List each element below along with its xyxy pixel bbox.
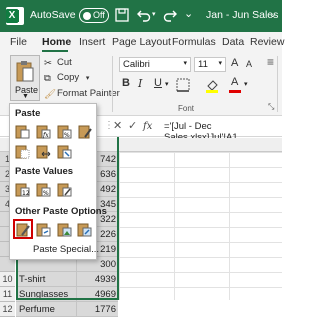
linked-picture-icon[interactable] [77,222,92,237]
paste-values-icon[interactable]: 123 [15,182,30,197]
save-icon[interactable] [114,7,130,23]
keep-source-column-widths-icon[interactable] [36,144,51,159]
undo-dropdown-icon[interactable]: ▾ [152,10,156,18]
font-name-value: Calibri [123,59,150,70]
tab-data[interactable]: Data [222,36,244,48]
italic-button[interactable]: I [138,77,142,90]
document-title: Jan - Jun Sales [206,9,279,21]
svg-text:%: % [64,132,70,139]
tab-review[interactable]: Review [250,36,284,48]
svg-text:fx: fx [42,132,49,139]
paste-dropdown-icon[interactable]: ▼ [22,93,29,100]
insert-function-icon[interactable]: fx [143,121,152,132]
font-group-label: Font [178,104,195,113]
copy-button[interactable]: ⧉ Copy ▾ [44,72,90,84]
paste-formulas-icon[interactable]: fx [36,124,51,139]
autosave-toggle[interactable]: Off [79,8,109,23]
transpose-icon[interactable] [57,144,72,159]
customize-qat-icon[interactable]: ⌄ [184,7,193,20]
borders-icon[interactable] [176,78,192,92]
selected-option-highlight [13,219,33,239]
redo-icon[interactable] [162,7,178,23]
autosave-label: AutoSave [30,9,76,21]
format-painter-label: Format Painter [57,88,120,99]
title-chevron-icon[interactable]: ⌄ [269,9,277,20]
font-size-dropdown-icon: ▾ [218,60,222,67]
svg-text:123: 123 [22,190,30,197]
fill-color-icon[interactable] [204,77,220,93]
scissors-icon: ✂ [44,58,52,69]
paste-values-heading: Paste Values [15,166,74,177]
tab-insert[interactable]: Insert [79,36,105,48]
row-header[interactable]: 12 [0,302,15,317]
format-painter-button[interactable]: 🖌Format Painter [44,88,120,100]
font-color-icon[interactable]: A [231,76,238,88]
svg-text:%: % [43,190,49,197]
values-source-formatting-icon[interactable] [57,182,72,197]
bold-button[interactable]: B [122,77,130,89]
ribbon-separator [112,56,113,112]
tab-page-layout[interactable]: Page Layout [112,36,171,48]
font-color-dropdown-icon[interactable]: ▾ [244,80,248,88]
font-size-value: 11 [198,59,208,70]
keep-source-formatting-icon[interactable] [78,124,93,139]
enter-icon[interactable]: ✓ [128,119,137,132]
cancel-icon[interactable]: ✕ [113,119,122,132]
tab-file[interactable]: File [10,36,27,48]
title-bar: X AutoSave Off ▾ ⌄ Jan - Jun Sales ⌄ [0,0,282,32]
ribbon-separator [277,56,278,112]
grow-font-button[interactable]: A [231,57,238,69]
copy-icon: ⧉ [44,73,51,84]
font-dialog-launcher-icon[interactable]: ⤡ [268,102,274,112]
paintbrush-icon: 🖌 [44,89,57,100]
font-size-select[interactable]: 11 ▾ [194,57,226,72]
ribbon-tabs: File Home Insert Page Layout Formulas Da… [0,32,284,52]
picture-icon[interactable] [57,222,72,237]
excel-logo-icon: X [6,7,24,25]
shrink-font-button[interactable]: A [246,59,252,69]
cell-sales[interactable]: 1776 [76,302,118,317]
paste-formulas-number-format-icon[interactable]: % [57,124,72,139]
paste-special-link[interactable]: Paste Special... [33,244,99,255]
font-name-dropdown-icon: ▾ [183,60,187,67]
undo-icon[interactable] [136,7,152,23]
paste-heading: Paste [15,108,41,119]
paste-link-icon[interactable] [36,222,51,237]
font-color-swatch [229,90,241,93]
copy-dropdown-icon[interactable]: ▾ [86,75,90,82]
cut-button[interactable]: ✂ Cut [44,57,72,69]
tab-formulas[interactable]: Formulas [172,36,216,48]
no-borders-icon[interactable] [15,144,30,159]
font-name-select[interactable]: Calibri ▾ [119,57,191,72]
autosave-state: Off [93,9,105,20]
underline-button[interactable]: U [154,77,162,89]
cut-label: Cut [57,57,72,68]
copy-label: Copy [57,72,80,83]
tab-home[interactable]: Home [42,36,71,48]
clipboard-icon [16,61,34,82]
values-number-format-icon[interactable]: % [36,182,51,197]
underline-dropdown-icon[interactable]: ▾ [165,80,169,88]
empty-cells[interactable] [119,152,282,300]
row-header[interactable]: 10 [0,272,15,287]
paste-icon[interactable] [15,124,30,139]
more-options-icon[interactable]: ≡ [267,55,274,69]
other-paste-options-heading: Other Paste Options [15,206,107,217]
